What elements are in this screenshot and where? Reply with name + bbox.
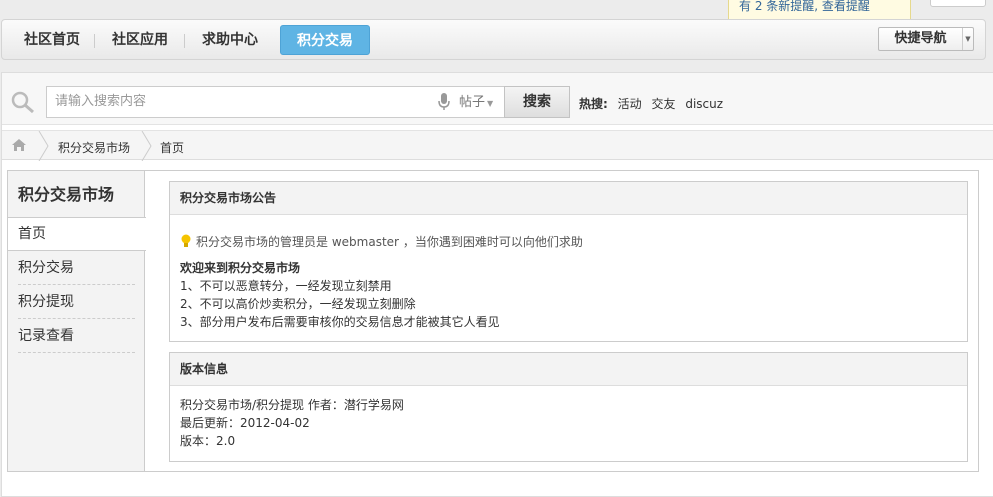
breadcrumb-separator-icon — [38, 131, 49, 161]
rule-item: 1、不可以恶意转分，一经发现立刻禁用 — [180, 279, 392, 293]
sidebar: 积分交易市场 首页 积分交易 积分提现 记录查看 — [8, 171, 146, 471]
sidebar-title: 积分交易市场 — [18, 185, 115, 204]
sidebar-item-records[interactable]: 记录查看 — [18, 319, 135, 353]
hot-keyword[interactable]: discuz — [685, 97, 723, 111]
version-line: 最后更新：2012-04-02 — [180, 416, 310, 430]
sidebar-item-credit-withdraw[interactable]: 积分提现 — [18, 285, 135, 319]
breadcrumb: 积分交易市场 首页 — [2, 130, 993, 161]
rule-item: 3、部分用户发布后需要审核你的交易信息才能被其它人看见 — [180, 315, 500, 329]
search-button[interactable]: 搜索 — [504, 86, 570, 118]
announcement-title: 积分交易市场公告 — [170, 182, 967, 215]
version-title: 版本信息 — [170, 353, 967, 386]
admin-prefix: 积分交易市场的管理员是 — [196, 235, 329, 249]
admin-line: 积分交易市场的管理员是 webmaster ，当你遇到困难时可以向他们求助 — [180, 233, 957, 251]
nav-item-apps[interactable]: 社区应用 — [100, 25, 180, 55]
version-line: 积分交易市场/积分提现 作者：潜行学易网 — [180, 398, 404, 412]
version-panel: 版本信息 积分交易市场/积分提现 作者：潜行学易网 最后更新：2012-04-0… — [169, 352, 968, 462]
top-navbar: 社区首页 社区应用 求助中心 积分交易 快捷导航 ▼ — [1, 19, 986, 60]
search-type-value: 帖子 — [459, 95, 486, 110]
lightbulb-icon — [181, 234, 191, 247]
notification-text[interactable]: 有 2 条新提醒, 查看提醒 — [739, 0, 870, 13]
search-icon — [11, 91, 34, 113]
search-bar: 请输入搜索内容 帖子 ▼ 搜索 热搜: 活动 交友 discuz — [2, 73, 993, 125]
announcement-panel: 积分交易市场公告 积分交易市场的管理员是 webmaster ，当你遇到困难时可… — [169, 181, 968, 342]
welcome-heading: 欢迎来到积分交易市场 — [180, 261, 301, 275]
breadcrumb-item[interactable]: 积分交易市场 — [58, 139, 130, 156]
nav-item-help[interactable]: 求助中心 — [190, 25, 270, 55]
microphone-icon[interactable] — [438, 93, 450, 111]
breadcrumb-item[interactable]: 首页 — [160, 139, 184, 156]
corner-button[interactable] — [930, 0, 986, 7]
home-icon[interactable] — [11, 138, 27, 152]
notification-banner[interactable]: 有 2 条新提醒, 查看提醒 — [728, 0, 911, 20]
nav-item-home[interactable]: 社区首页 — [12, 25, 92, 55]
search-input[interactable]: 请输入搜索内容 — [46, 86, 458, 118]
admin-name-link[interactable]: webmaster — [332, 235, 399, 249]
sidebar-item-home[interactable]: 首页 — [8, 217, 146, 251]
nav-divider — [94, 34, 95, 48]
chevron-down-icon: ▼ — [487, 99, 494, 108]
admin-suffix: ，当你遇到困难时可以向他们求助 — [402, 235, 583, 249]
hot-keyword[interactable]: 交友 — [651, 97, 675, 111]
main-container: 请输入搜索内容 帖子 ▼ 搜索 热搜: 活动 交友 discuz 积分交易市场 首… — [1, 72, 993, 497]
breadcrumb-separator-icon — [141, 131, 152, 161]
search-type-select[interactable]: 帖子 ▼ — [456, 86, 504, 118]
version-line: 版本：2.0 — [180, 434, 236, 448]
content-area: 积分交易市场 首页 积分交易 积分提现 记录查看 积分交易市场公告 积分交易市场… — [7, 170, 979, 472]
nav-divider — [184, 34, 185, 48]
quick-nav-label: 快捷导航 — [879, 28, 963, 50]
nav-item-credit-trade[interactable]: 积分交易 — [280, 25, 370, 55]
hot-search-label: 热搜: — [579, 97, 608, 111]
sidebar-item-credit-trade[interactable]: 积分交易 — [18, 251, 135, 285]
hot-search: 热搜: 活动 交友 discuz — [579, 95, 723, 112]
hot-keyword[interactable]: 活动 — [618, 97, 642, 111]
quick-nav-button[interactable]: 快捷导航 ▼ — [878, 27, 974, 51]
rule-item: 2、不可以高价炒卖积分，一经发现立刻删除 — [180, 297, 416, 311]
chevron-down-icon: ▼ — [965, 35, 971, 43]
